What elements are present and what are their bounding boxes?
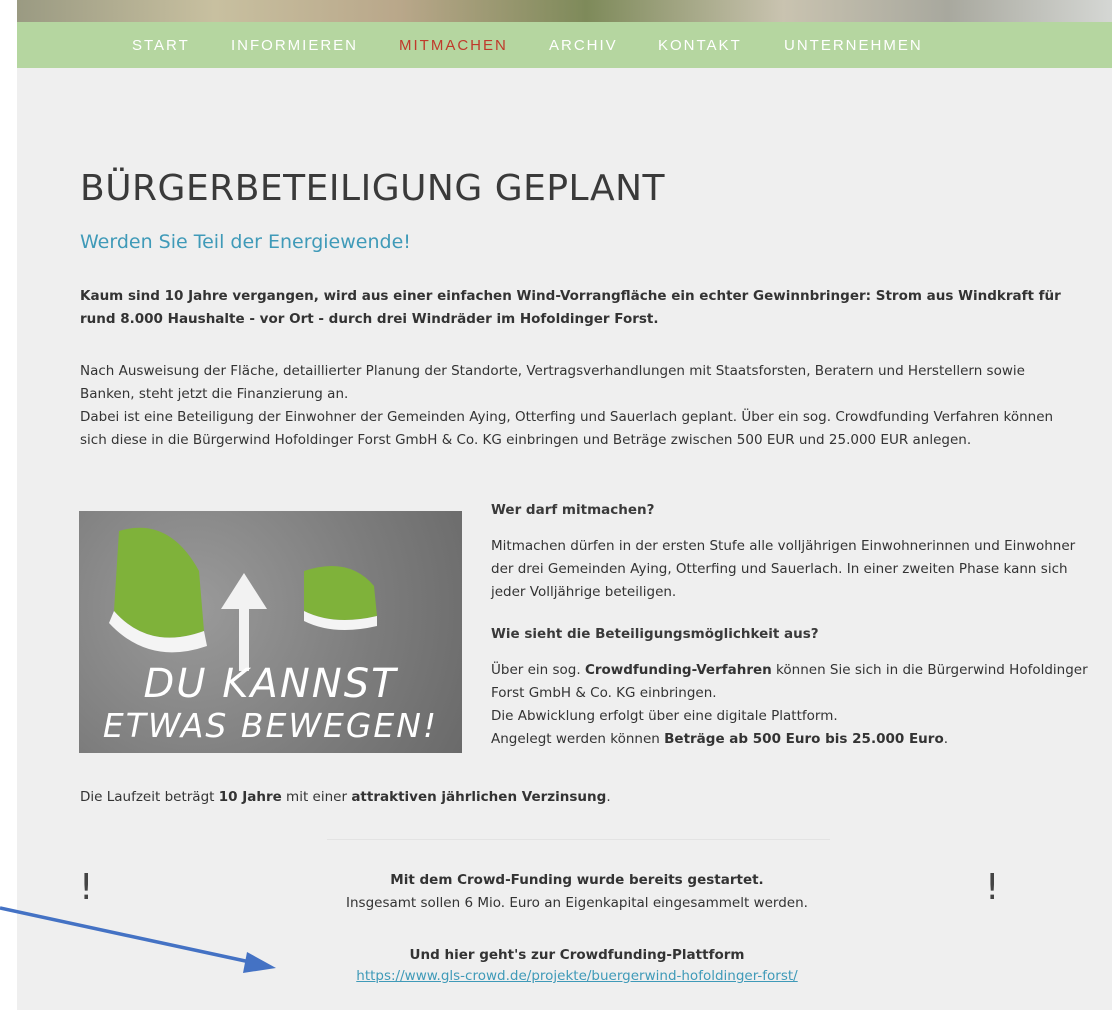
annotation-arrow-icon [0, 906, 276, 973]
